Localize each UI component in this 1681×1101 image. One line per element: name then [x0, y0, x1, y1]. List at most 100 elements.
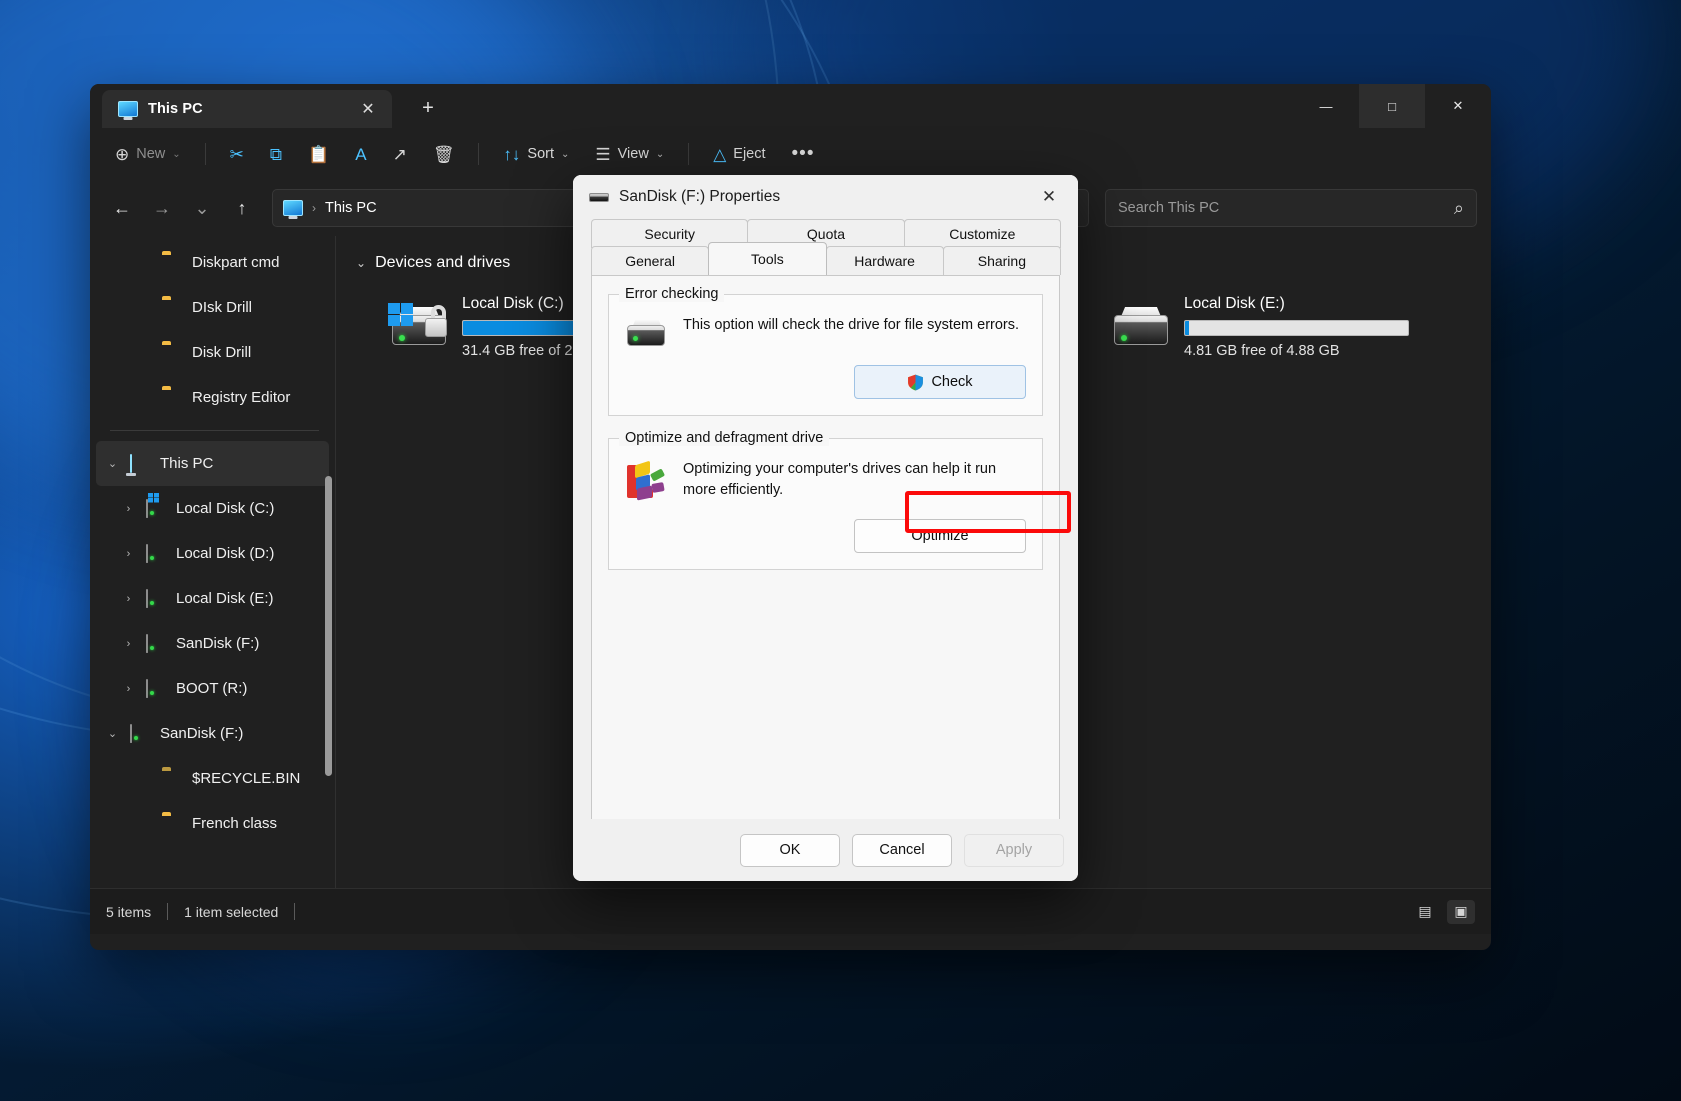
drive-free-space: 4.81 GB free of 4.88 GB	[1184, 343, 1409, 359]
status-separator-1	[167, 903, 168, 920]
title-bar: This PC ✕ + — □ ✕	[90, 84, 1491, 128]
sidebar-item-this-pc[interactable]: ⌄ This PC	[96, 441, 329, 486]
tab-tools[interactable]: Tools	[708, 242, 826, 275]
minimize-button[interactable]: —	[1293, 84, 1359, 128]
uac-shield-icon	[907, 374, 924, 391]
share-button[interactable]: ↗	[382, 136, 418, 172]
sidebar-item-label: SanDisk (F:)	[160, 725, 243, 742]
group-label: Devices and drives	[375, 254, 510, 272]
folder-icon	[162, 389, 183, 407]
cancel-button[interactable]: Cancel	[852, 834, 952, 867]
chevron-right-icon[interactable]: ›	[120, 593, 137, 605]
sidebar-item-label: This PC	[160, 455, 213, 472]
paste-button[interactable]: 📋	[297, 136, 340, 172]
details-view-button[interactable]: ▤	[1411, 900, 1439, 924]
delete-button[interactable]: 🗑	[422, 136, 466, 172]
chevron-right-icon[interactable]: ›	[120, 683, 137, 695]
selection-label: 1 item selected	[184, 904, 278, 920]
chevron-down-icon[interactable]: ⌄	[104, 457, 121, 470]
sidebar-item-label: Registry Editor	[192, 389, 290, 406]
close-tab-icon[interactable]: ✕	[354, 95, 382, 123]
sidebar-item-local-disk-d[interactable]: › Local Disk (D:)	[96, 531, 329, 576]
this-pc-icon	[118, 101, 138, 117]
recent-locations-button[interactable]: ⌄	[184, 190, 220, 226]
sidebar-item-label: Local Disk (D:)	[176, 545, 274, 562]
chevron-down-icon[interactable]: ⌄	[104, 727, 121, 740]
tab-label: This PC	[148, 101, 344, 117]
search-input[interactable]: Search This PC ⌕	[1105, 189, 1477, 227]
sidebar-item-label: Diskpart cmd	[192, 254, 280, 271]
new-tab-icon[interactable]: +	[414, 94, 442, 122]
large-icons-view-button[interactable]: ▣	[1447, 900, 1475, 924]
rename-icon: A	[355, 146, 366, 163]
sidebar-scrollbar[interactable]	[325, 476, 332, 776]
toolbar-separator	[205, 143, 206, 165]
tab-hardware[interactable]: Hardware	[826, 246, 944, 275]
sidebar-item-disk-drill[interactable]: ›Disk Drill	[96, 330, 329, 375]
rename-button[interactable]: A	[344, 136, 377, 172]
sidebar-item-diskpart-cmd[interactable]: ›Diskpart cmd	[96, 240, 329, 285]
chevron-right-icon[interactable]: ›	[120, 548, 137, 560]
sort-button[interactable]: ↑↓ Sort ⌄	[492, 136, 580, 172]
dialog-close-button[interactable]: ✕	[1032, 182, 1066, 212]
check-button[interactable]: Check	[854, 365, 1026, 399]
sidebar-item-local-disk-e[interactable]: ›Local Disk (E:)	[96, 576, 329, 621]
sidebar-item-local-disk-c[interactable]: ›Local Disk (C:)	[96, 486, 329, 531]
new-button[interactable]: ⊕ New ⌄	[104, 136, 192, 172]
sidebar-item-registry-editor[interactable]: ›Registry Editor	[96, 375, 329, 420]
ok-button[interactable]: OK	[740, 834, 840, 867]
toolbar-separator-2	[478, 143, 479, 165]
cut-button[interactable]: ✂	[219, 136, 255, 172]
apply-button: Apply	[964, 834, 1064, 867]
back-button[interactable]: ←	[104, 190, 140, 226]
sidebar-item-french-class[interactable]: ›French class	[96, 801, 329, 846]
up-button[interactable]: ↑	[224, 190, 260, 226]
dialog-title-bar: SanDisk (F:) Properties ✕	[573, 175, 1078, 219]
drive-card[interactable]: Local Disk (E:)4.81 GB free of 4.88 GB	[1074, 282, 1419, 372]
maximize-button[interactable]: □	[1359, 84, 1425, 128]
tab-general[interactable]: General	[591, 246, 709, 275]
navigation-pane: ›Diskpart cmd›DIsk Drill›Disk Drill›Regi…	[90, 236, 335, 888]
sort-icon: ↑↓	[503, 146, 520, 163]
drive-icon	[1110, 305, 1172, 349]
sidebar-item-disk-drill[interactable]: ›DIsk Drill	[96, 285, 329, 330]
breadcrumb-separator: ›	[312, 201, 316, 215]
drive-icon	[146, 590, 167, 608]
view-button[interactable]: ☰ View ⌄	[584, 136, 675, 172]
overflow-button[interactable]: •••	[781, 136, 826, 172]
forward-button[interactable]: →	[144, 190, 180, 226]
optimize-button[interactable]: Optimize	[854, 519, 1026, 553]
tab-row-2: GeneralToolsHardwareSharing	[591, 246, 1060, 275]
chevron-down-icon-sort: ⌄	[561, 149, 569, 160]
drive-icon	[130, 725, 151, 743]
tab-customize[interactable]: Customize	[904, 219, 1061, 248]
breadcrumb-this-pc-icon	[283, 200, 303, 216]
view-label: View	[618, 146, 649, 162]
chevron-right-icon[interactable]: ›	[120, 503, 137, 515]
this-pc-icon	[130, 455, 151, 473]
check-button-label: Check	[931, 374, 972, 390]
command-toolbar: ⊕ New ⌄ ✂ ⧉ 📋 A ↗ 🗑 ↑↓ Sort ⌄ ☰ View ⌄ △…	[90, 128, 1491, 180]
close-window-button[interactable]: ✕	[1425, 84, 1491, 128]
optimize-description: Optimizing your computer's drives can he…	[683, 459, 1026, 500]
dialog-body: SecurityQuotaCustomize GeneralToolsHardw…	[573, 219, 1078, 857]
error-checking-description: This option will check the drive for fil…	[683, 315, 1026, 336]
search-icon: ⌕	[1454, 198, 1464, 219]
tab-this-pc[interactable]: This PC ✕	[102, 90, 392, 128]
eject-button[interactable]: △ Eject	[702, 136, 776, 172]
chevron-right-icon[interactable]: ›	[120, 638, 137, 650]
new-button-label: New	[136, 146, 165, 162]
defragment-icon	[625, 461, 667, 501]
sidebar-item-sandisk-f[interactable]: ⌄ SanDisk (F:)	[96, 711, 329, 756]
dialog-footer: OK Cancel Apply	[573, 819, 1078, 881]
sidebar-item-boot-r[interactable]: › BOOT (R:)	[96, 666, 329, 711]
sidebar-item-sandisk-f[interactable]: ›SanDisk (F:)	[96, 621, 329, 666]
drive-info: Local Disk (E:)4.81 GB free of 4.88 GB	[1184, 295, 1409, 359]
tab-sharing[interactable]: Sharing	[943, 246, 1061, 275]
optimize-group: Optimize and defragment drive Optimizing…	[608, 438, 1043, 570]
sidebar-item-label: BOOT (R:)	[176, 680, 247, 697]
copy-button[interactable]: ⧉	[259, 136, 293, 172]
sort-label: Sort	[527, 146, 554, 162]
sidebar-item-recycle-bin[interactable]: ›$RECYCLE.BIN	[96, 756, 329, 801]
error-checking-group: Error checking This option will check th…	[608, 294, 1043, 416]
